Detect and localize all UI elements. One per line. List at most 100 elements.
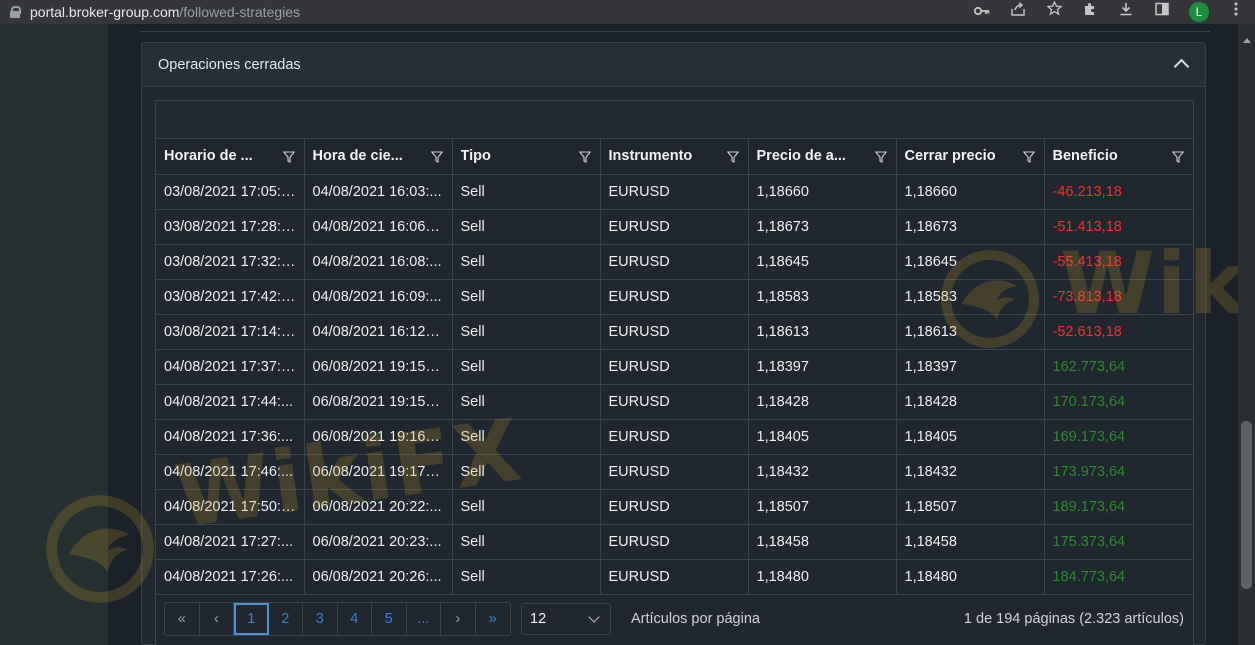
column-header-3[interactable]: Instrumento <box>600 139 749 175</box>
table-cell: 1,18660 <box>896 174 1045 210</box>
page: Operaciones cerradas Horario de ... Hora … <box>0 24 1255 645</box>
scrollbar-thumb[interactable] <box>1241 421 1252 589</box>
table-row[interactable]: 04/08/2021 17:46:... 06/08/2021 19:17:10 S… <box>156 454 1194 490</box>
column-header-label: Beneficio <box>1052 148 1118 165</box>
table-cell: 1,18507 <box>896 489 1045 525</box>
table-cell: EURUSD <box>600 454 749 490</box>
table-cell: 04/08/2021 16:08:... <box>304 244 453 280</box>
table-cell: 189.173,64 <box>1044 489 1194 525</box>
divider <box>140 31 1210 32</box>
table-cell: 06/08/2021 20:23:... <box>304 524 453 560</box>
page-size-select[interactable]: 12 <box>521 603 611 635</box>
table-row[interactable]: 04/08/2021 17:37:13 06/08/2021 19:15:02 Se… <box>156 349 1194 385</box>
first-page-button[interactable]: « <box>165 603 200 635</box>
table-cell: 1,18645 <box>896 244 1045 280</box>
table-row[interactable]: 03/08/2021 17:28:10 04/08/2021 16:06:13 Se… <box>156 209 1194 245</box>
scroll-up-icon[interactable] <box>1243 38 1251 43</box>
filter-icon[interactable] <box>1171 151 1184 163</box>
table-cell: 03/08/2021 17:28:10 <box>156 209 305 245</box>
table-cell: 04/08/2021 17:27:... <box>156 524 305 560</box>
table-cell: 04/08/2021 17:46:... <box>156 454 305 490</box>
side-panel-icon[interactable] <box>1153 0 1171 24</box>
table-cell: EURUSD <box>600 384 749 420</box>
column-header-1[interactable]: Hora de cie... <box>304 139 453 175</box>
filter-icon[interactable] <box>282 151 295 163</box>
table-cell: 06/08/2021 19:17:10 <box>304 454 453 490</box>
table-cell: EURUSD <box>600 209 749 245</box>
table-cell: 173.973,64 <box>1044 454 1194 490</box>
table-row[interactable]: 03/08/2021 17:05:23 04/08/2021 16:03:... S… <box>156 174 1194 210</box>
pager: « ‹ 1 2 3 4 5 ... › » 12 Artículos por p… <box>156 592 1193 645</box>
page-size-value: 12 <box>530 611 547 627</box>
filter-icon[interactable] <box>726 151 739 163</box>
column-header-4[interactable]: Precio de a... <box>748 139 897 175</box>
more-menu-icon[interactable] <box>1227 0 1245 24</box>
table-row[interactable]: 04/08/2021 17:36:... 06/08/2021 19:16:23 S… <box>156 419 1194 455</box>
key-icon[interactable] <box>973 0 991 24</box>
column-header-6[interactable]: Beneficio <box>1044 139 1194 175</box>
filter-icon[interactable] <box>578 151 591 163</box>
table-cell: EURUSD <box>600 524 749 560</box>
url-path: /followed-strategies <box>179 4 301 20</box>
next-page-button[interactable]: › <box>441 603 476 635</box>
prev-page-button[interactable]: ‹ <box>200 603 234 635</box>
table-row[interactable]: 03/08/2021 17:14:10 04/08/2021 16:12:23 Se… <box>156 314 1194 350</box>
bookmark-star-icon[interactable] <box>1045 0 1063 24</box>
table-cell: Sell <box>452 314 601 350</box>
collapse-chevron-icon[interactable] <box>1174 57 1187 70</box>
filter-icon[interactable] <box>430 151 443 163</box>
table-cell: EURUSD <box>600 349 749 385</box>
column-header-0[interactable]: Horario de ... <box>156 139 305 175</box>
table-row[interactable]: 04/08/2021 17:44:... 06/08/2021 19:15:20 S… <box>156 384 1194 420</box>
table-row[interactable]: 04/08/2021 17:50:23 06/08/2021 20:22:... S… <box>156 489 1194 525</box>
browser-actions: L <box>973 0 1245 24</box>
table-cell: 170.173,64 <box>1044 384 1194 420</box>
page-button-3[interactable]: 3 <box>303 603 338 635</box>
table-cell: 04/08/2021 17:36:... <box>156 419 305 455</box>
page-button-1[interactable]: 1 <box>234 603 269 635</box>
table-cell: 04/08/2021 17:44:... <box>156 384 305 420</box>
table-row[interactable]: 03/08/2021 17:42:23 04/08/2021 16:09:... S… <box>156 279 1194 315</box>
closed-trades-panel: Operaciones cerradas Horario de ... Hora … <box>141 42 1206 645</box>
table-cell: Sell <box>452 349 601 385</box>
filter-icon[interactable] <box>874 151 887 163</box>
share-icon[interactable] <box>1009 0 1027 24</box>
page-scrollbar[interactable] <box>1238 24 1255 645</box>
filter-icon[interactable] <box>1022 151 1035 163</box>
table-row[interactable]: 04/08/2021 17:26:... 06/08/2021 20:26:...… <box>156 559 1194 595</box>
column-header-5[interactable]: Cerrar precio <box>896 139 1045 175</box>
page-button-2[interactable]: 2 <box>269 603 303 635</box>
table-cell: 03/08/2021 17:32:33 <box>156 244 305 280</box>
table-cell: EURUSD <box>600 419 749 455</box>
table-cell: 1,18397 <box>748 349 897 385</box>
table-row[interactable]: 03/08/2021 17:32:33 04/08/2021 16:08:... S… <box>156 244 1194 280</box>
table-cell: 03/08/2021 17:14:10 <box>156 314 305 350</box>
last-page-button[interactable]: » <box>476 603 511 635</box>
table-cell: 06/08/2021 20:22:... <box>304 489 453 525</box>
table-cell: -73.813,18 <box>1044 279 1194 315</box>
table-cell: 04/08/2021 17:26:... <box>156 559 305 595</box>
url-field[interactable]: portal.broker-group.com/followed-strateg… <box>30 4 300 20</box>
profile-avatar[interactable]: L <box>1189 2 1209 22</box>
panel-header[interactable]: Operaciones cerradas <box>142 43 1205 87</box>
page-button-5[interactable]: 5 <box>372 603 407 635</box>
table-cell: Sell <box>452 419 601 455</box>
table-cell: 1,18428 <box>896 384 1045 420</box>
table-cell: 1,18405 <box>748 419 897 455</box>
table-cell: Sell <box>452 279 601 315</box>
lock-icon[interactable] <box>10 6 21 18</box>
table-cell: Sell <box>452 174 601 210</box>
extensions-icon[interactable] <box>1081 0 1099 24</box>
table-cell: 175.373,64 <box>1044 524 1194 560</box>
table-cell: Sell <box>452 454 601 490</box>
table-row[interactable]: 04/08/2021 17:27:... 06/08/2021 20:23:...… <box>156 524 1194 560</box>
page-button-4[interactable]: 4 <box>338 603 372 635</box>
page-button-ellipsis[interactable]: ... <box>407 603 441 635</box>
url-host: portal.broker-group.com <box>30 4 180 20</box>
download-icon[interactable] <box>1117 0 1135 24</box>
table-cell: 1,18432 <box>748 454 897 490</box>
table-cell: 1,18480 <box>896 559 1045 595</box>
table-cell: 04/08/2021 17:50:23 <box>156 489 305 525</box>
table-cell: 1,18583 <box>748 279 897 315</box>
column-header-2[interactable]: Tipo <box>452 139 601 175</box>
